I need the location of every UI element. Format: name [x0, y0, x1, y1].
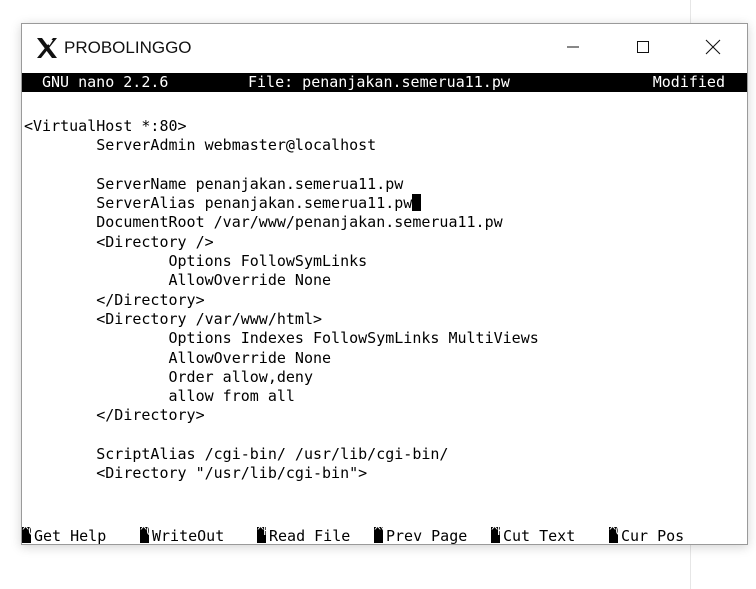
close-button[interactable] [690, 24, 736, 70]
shortcut-bar: ^GGet Help ^OWriteOut ^RRead File ^YPrev Pa… [22, 527, 747, 545]
editor-line[interactable]: AllowOverride None [24, 349, 539, 368]
editor-line-text: </Directory> [24, 406, 205, 425]
shortcut-label: Cut Text [503, 527, 576, 545]
file-name: File: penanjakan.semerua11.pw [248, 73, 510, 91]
editor-line-text: Options Indexes FollowSymLinks MultiView… [24, 329, 539, 348]
editor-line-text: <Directory /> [24, 232, 214, 251]
terminal-window: PROBOLINGGO GNU nano 2.2.6 File: penanja… [21, 23, 748, 545]
editor-line[interactable]: Options FollowSymLinks [24, 252, 539, 271]
editor-line-text: ScriptAlias /cgi-bin/ /usr/lib/cgi-bin/ [24, 445, 449, 464]
shortcut-label: Prev Page [386, 527, 468, 545]
editor-line[interactable]: DocumentRoot /var/www/penanjakan.semerua… [24, 213, 539, 232]
editor-line-text: AllowOverride None [24, 271, 332, 290]
editor-line[interactable]: ServerName penanjakan.semerua11.pw [24, 175, 539, 194]
shortcut-writeout[interactable]: ^OWriteOut [140, 527, 225, 545]
shortcut-cur-pos[interactable]: ^CCur Pos [609, 527, 685, 545]
editor-line-text: DocumentRoot /var/www/penanjakan.semerua… [24, 213, 503, 232]
shortcut-prev-page[interactable]: ^YPrev Page [374, 527, 468, 545]
editor-line[interactable]: Options Indexes FollowSymLinks MultiView… [24, 329, 539, 348]
editor-line[interactable]: <Directory /> [24, 233, 539, 252]
close-icon [705, 39, 721, 55]
editor-line-text: Options FollowSymLinks [24, 252, 368, 271]
shortcut-label: Get Help [34, 527, 107, 545]
editor-line-text: <Directory "/usr/lib/cgi-bin"> [24, 464, 368, 483]
editor-line[interactable]: <Directory /var/www/html> [24, 310, 539, 329]
editor-line-text: ServerName penanjakan.semerua11.pw [24, 174, 404, 193]
shortcut-key: ^O [140, 527, 149, 543]
editor-line[interactable]: AllowOverride None [24, 271, 539, 290]
shortcut-key: ^Y [374, 527, 383, 543]
nano-version: GNU nano 2.2.6 [42, 73, 169, 91]
title-bar[interactable]: PROBOLINGGO [22, 24, 747, 71]
shortcut-key: ^R [257, 527, 266, 543]
editor-text-area[interactable]: <VirtualHost *:80> ServerAdmin webmaster… [24, 117, 539, 484]
shortcut-label: WriteOut [152, 527, 225, 545]
editor-line-text: ServerAlias penanjakan.semerua11.pw [24, 194, 413, 213]
editor-line-text: </Directory> [24, 290, 205, 309]
text-cursor [412, 194, 422, 212]
maximize-icon [637, 41, 649, 53]
shortcut-get-help[interactable]: ^GGet Help [22, 527, 107, 545]
x-logo-icon [35, 36, 59, 60]
editor-line[interactable]: Order allow,deny [24, 368, 539, 387]
editor-line-text: <VirtualHost *:80> [24, 117, 187, 135]
shortcut-key: ^C [609, 527, 618, 543]
editor-line[interactable]: </Directory> [24, 406, 539, 425]
minimize-button[interactable] [550, 24, 596, 70]
editor-line-text: ServerAdmin webmaster@localhost [24, 136, 377, 155]
window-title: PROBOLINGGO [64, 38, 192, 57]
minimize-icon [567, 46, 579, 48]
editor-line-text: <Directory /var/www/html> [24, 309, 323, 328]
shortcut-read-file[interactable]: ^RRead File [257, 527, 351, 545]
shortcut-label: Read File [269, 527, 351, 545]
editor-line[interactable]: <Directory "/usr/lib/cgi-bin"> [24, 464, 539, 483]
editor-line[interactable]: ScriptAlias /cgi-bin/ /usr/lib/cgi-bin/ [24, 445, 539, 464]
editor-line[interactable]: ServerAdmin webmaster@localhost [24, 136, 539, 155]
nano-editor[interactable]: GNU nano 2.2.6 File: penanjakan.semerua1… [22, 71, 747, 544]
editor-line-text: allow from all [24, 387, 295, 406]
editor-line[interactable]: allow from all [24, 387, 539, 406]
editor-line-text: AllowOverride None [24, 348, 332, 367]
shortcut-cut-text[interactable]: ^KCut Text [491, 527, 576, 545]
shortcut-label: Cur Pos [621, 527, 685, 545]
editor-line[interactable] [24, 156, 539, 175]
nano-status-bar: GNU nano 2.2.6 File: penanjakan.semerua1… [22, 73, 747, 92]
shortcut-key: ^G [22, 527, 31, 543]
shortcut-key: ^K [491, 527, 500, 543]
editor-line[interactable]: <VirtualHost *:80> [24, 117, 539, 136]
editor-line[interactable]: </Directory> [24, 291, 539, 310]
editor-line-text: Order allow,deny [24, 367, 313, 386]
editor-line[interactable] [24, 426, 539, 445]
maximize-button[interactable] [620, 24, 666, 70]
editor-line[interactable]: ServerAlias penanjakan.semerua11.pw [24, 194, 539, 213]
modified-indicator: Modified [652, 73, 725, 91]
